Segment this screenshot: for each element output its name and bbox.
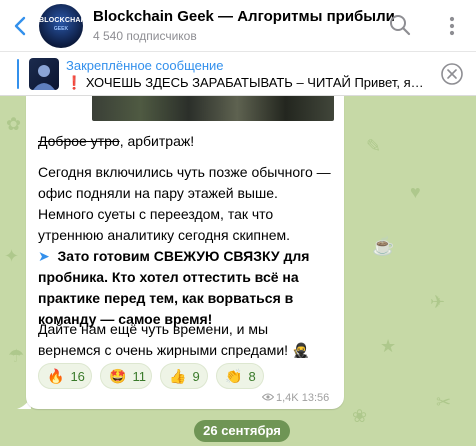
message-meta: 1,4K 13:56 — [261, 392, 330, 404]
pinned-label: Закреплённое сообщение — [66, 58, 224, 73]
message-paragraph-3: Дайте нам ещё чуть времени, и мы вернемс… — [38, 319, 334, 361]
clap-emoji-icon: 👏 — [225, 368, 243, 384]
chat-header: BLOCKCHAIN GEEK Blockchain Geek — Алгори… — [0, 0, 476, 52]
paragraph-3-text: Дайте нам ещё чуть времени, и мы вернемс… — [38, 321, 289, 358]
message-greeting: Доброе утро, арбитраж! — [38, 131, 334, 152]
doodle-icon: ☕ — [372, 236, 395, 256]
back-button[interactable] — [10, 14, 32, 38]
search-icon — [390, 15, 411, 36]
more-vertical-icon — [449, 16, 455, 36]
chat-area[interactable]: ✿ ✦ ☂ ✎ ♥ ☕ ✈ ★ ✂ ❀ Доброе утро, арбитра… — [0, 96, 476, 446]
thumbs-up-emoji-icon: 👍 — [169, 368, 187, 384]
pinned-indicator — [17, 59, 19, 89]
greeting-rest: , арбитраж! — [119, 133, 195, 149]
doodle-icon: ✿ — [6, 114, 22, 134]
chevron-left-icon — [14, 16, 26, 36]
close-circle-icon — [441, 63, 463, 85]
reaction-count: 11 — [132, 369, 146, 384]
reaction-star-struck[interactable]: 🤩 11 — [100, 363, 152, 389]
message-photo[interactable] — [92, 96, 334, 121]
view-count: 1,4K — [276, 392, 299, 404]
close-pinned-button[interactable] — [440, 62, 464, 86]
search-button[interactable] — [389, 14, 411, 36]
paragraph-1-text: Сегодня включились чуть позже обычного —… — [38, 164, 331, 243]
doodle-icon: ✈ — [430, 292, 446, 312]
reaction-count: 9 — [192, 369, 200, 384]
doodle-icon: ♥ — [410, 182, 421, 202]
doodle-icon: ❀ — [352, 406, 368, 426]
date-separator: 26 сентября — [194, 420, 290, 442]
greeting-struck: Доброе утро — [38, 133, 120, 149]
reaction-thumbs-up[interactable]: 👍 9 — [160, 363, 208, 389]
message-paragraph-2: ➤ Зато готовим СВЕЖУЮ СВЯЗКУ для пробник… — [38, 246, 334, 330]
pinned-text: ❗ ХОЧЕШЬ ЗДЕСЬ ЗАРАБАТЫВАТЬ – ЧИТАЙ Прив… — [66, 75, 440, 91]
pinned-message-bar[interactable]: Закреплённое сообщение ❗ ХОЧЕШЬ ЗДЕСЬ ЗА… — [0, 52, 476, 96]
star-struck-emoji-icon: 🤩 — [109, 368, 127, 384]
doodle-icon: ✦ — [4, 246, 20, 266]
reaction-count: 16 — [70, 369, 85, 384]
doodle-icon: ★ — [380, 336, 397, 356]
paragraph-2-text: Зато готовим СВЕЖУЮ СВЯЗКУ для пробника.… — [38, 248, 310, 327]
reaction-clap[interactable]: 👏 8 — [216, 363, 264, 389]
subscriber-count: 4 540 подписчиков — [93, 29, 197, 43]
exclamation-icon: ❗ — [66, 75, 83, 90]
pinned-preview: ХОЧЕШЬ ЗДЕСЬ ЗАРАБАТЫВАТЬ – ЧИТАЙ Привет… — [85, 75, 424, 90]
reaction-fire[interactable]: 🔥 16 — [38, 363, 92, 389]
doodle-icon: ✎ — [366, 136, 382, 156]
message-time: 13:56 — [301, 392, 330, 404]
channel-avatar[interactable]: BLOCKCHAIN GEEK — [39, 4, 83, 48]
arrow-icon: ➤ — [38, 248, 50, 264]
message-paragraph-1: Сегодня включились чуть позже обычного —… — [38, 162, 334, 246]
ninja-emoji-icon: 🥷 — [291, 342, 310, 358]
avatar-logo-subtext: GEEK — [53, 26, 69, 32]
doodle-icon: ☂ — [8, 346, 25, 366]
doodle-icon: ✂ — [436, 392, 452, 412]
reaction-count: 8 — [248, 369, 256, 384]
pinned-thumbnail — [29, 58, 59, 90]
more-menu-button[interactable] — [440, 14, 464, 38]
fire-emoji-icon: 🔥 — [47, 368, 65, 384]
eye-icon — [261, 393, 275, 401]
channel-title[interactable]: Blockchain Geek — Алгоритмы прибыли — [93, 8, 395, 25]
avatar-logo-text: BLOCKCHAIN — [39, 17, 83, 24]
